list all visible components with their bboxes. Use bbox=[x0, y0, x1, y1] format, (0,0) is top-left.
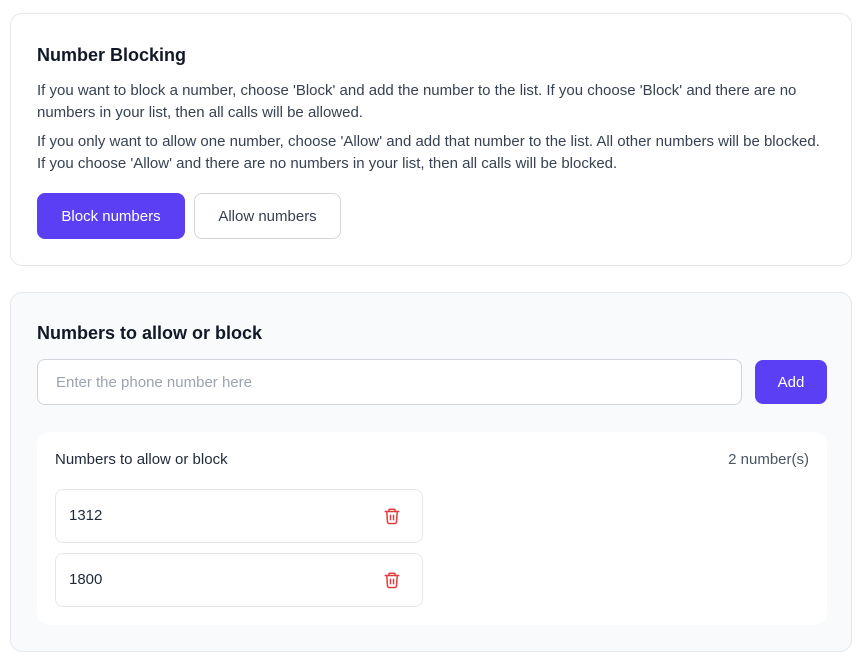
phone-number: 1312 bbox=[69, 507, 103, 524]
block-numbers-button[interactable]: Block numbers bbox=[37, 193, 185, 239]
add-button[interactable]: Add bbox=[755, 360, 827, 404]
numbers-count: 2 number(s) bbox=[728, 451, 809, 468]
allow-description: If you only want to allow one number, ch… bbox=[37, 133, 820, 172]
trash-icon[interactable] bbox=[382, 570, 402, 590]
numbers-title: Numbers to allow or block bbox=[37, 323, 263, 343]
block-description: If you want to block a number, choose 'B… bbox=[37, 82, 797, 121]
list-item: 1800 bbox=[55, 553, 423, 607]
phone-number-input[interactable] bbox=[37, 359, 742, 405]
phone-number: 1800 bbox=[69, 571, 103, 588]
trash-icon[interactable] bbox=[382, 506, 402, 526]
number-blocking-title: Number Blocking bbox=[37, 45, 187, 65]
numbers-list-label: Numbers to allow or block bbox=[55, 451, 228, 468]
list-item: 1312 bbox=[55, 489, 423, 543]
number-blocking-card: Number Blocking If you want to block a n… bbox=[10, 13, 852, 266]
numbers-card: Numbers to allow or block Add Numbers to… bbox=[10, 292, 852, 652]
numbers-list-panel: Numbers to allow or block 2 number(s) 13… bbox=[37, 432, 827, 625]
allow-numbers-button[interactable]: Allow numbers bbox=[194, 193, 341, 239]
